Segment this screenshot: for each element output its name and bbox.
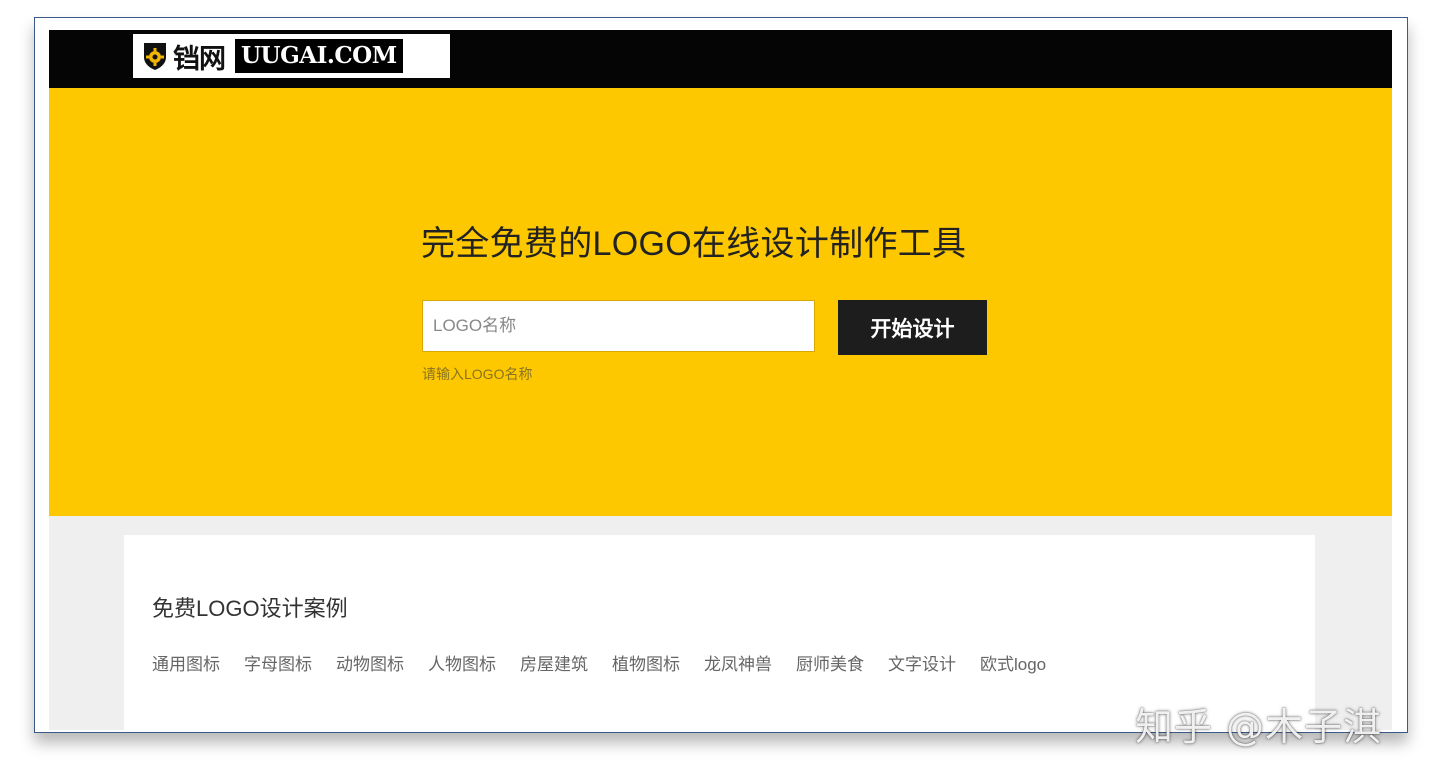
logo-chinese-text: 铛网 xyxy=(173,43,226,75)
top-bar: 铛网 UUGAI.COM xyxy=(49,30,1392,88)
category-link[interactable]: 欧式logo xyxy=(980,650,1046,675)
site-logo[interactable]: 铛网 UUGAI.COM xyxy=(133,34,450,78)
hero-section: 完全免费的LOGO在线设计制作工具 开始设计 请输入LOGO名称 xyxy=(49,88,1392,516)
hero-title: 完全免费的LOGO在线设计制作工具 xyxy=(421,225,967,263)
category-link[interactable]: 龙凤神兽 xyxy=(704,650,772,675)
category-link[interactable]: 通用图标 xyxy=(152,650,220,675)
category-link[interactable]: 人物图标 xyxy=(428,650,496,675)
category-link[interactable]: 动物图标 xyxy=(336,650,404,675)
page: 铛网 UUGAI.COM 完全免费的LOGO在线设计制作工具 开始设计 请输入L… xyxy=(49,30,1392,730)
category-link[interactable]: 字母图标 xyxy=(244,650,312,675)
category-link[interactable]: 文字设计 xyxy=(888,650,956,675)
shield-gear-icon xyxy=(141,41,169,71)
logo-domain-text: UUGAI.COM xyxy=(235,39,403,73)
category-link[interactable]: 植物图标 xyxy=(612,650,680,675)
start-design-button[interactable]: 开始设计 xyxy=(838,300,987,355)
input-hint: 请输入LOGO名称 xyxy=(422,366,533,382)
category-link[interactable]: 房屋建筑 xyxy=(520,650,588,675)
category-list: 通用图标 字母图标 动物图标 人物图标 房屋建筑 植物图标 龙凤神兽 厨师美食 … xyxy=(152,650,1070,675)
zhihu-watermark: 知乎 @木子淇 xyxy=(1135,705,1383,749)
screenshot-frame: 铛网 UUGAI.COM 完全免费的LOGO在线设计制作工具 开始设计 请输入L… xyxy=(34,17,1408,733)
category-link[interactable]: 厨师美食 xyxy=(796,650,864,675)
cases-title: 免费LOGO设计案例 xyxy=(152,596,348,621)
logo-name-input[interactable] xyxy=(422,300,815,352)
